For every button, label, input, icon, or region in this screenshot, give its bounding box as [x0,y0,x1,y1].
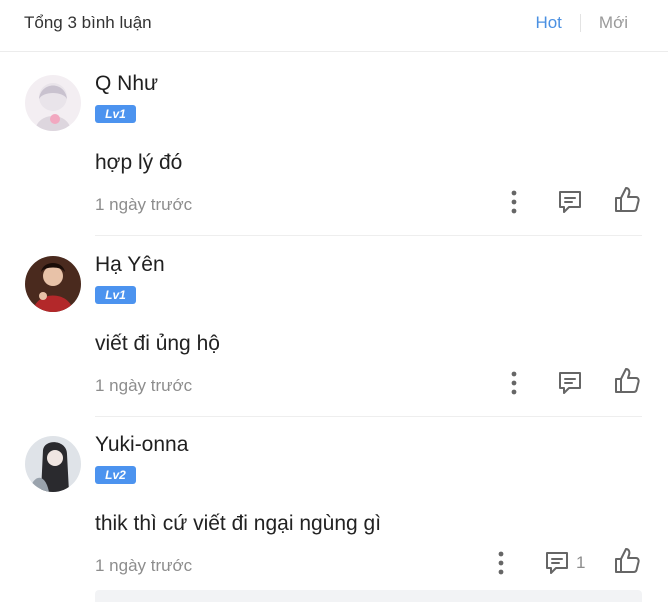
sort-tabs: Hot Mới [535,13,628,33]
comment-text: viết đi ủng hộ [95,332,220,355]
like-icon[interactable] [612,546,642,576]
reply-preview-box[interactable] [95,590,642,602]
comment-time: 1 ngày trước [95,376,193,395]
reply-button[interactable]: 1 [544,548,585,578]
comment-icon [559,372,581,394]
comment-item: Hạ Yên Lv1 viết đi ủng hộ 1 ngày trước [0,236,668,417]
more-options-icon[interactable] [505,188,523,216]
like-icon[interactable] [612,366,642,396]
comment-text: hợp lý đó [95,151,183,174]
level-badge: Lv1 [95,105,136,123]
comment-text: thik thì cứ viết đi ngại ngùng gì [95,512,382,535]
more-options-icon[interactable] [505,369,523,397]
comment-total-title: Tổng 3 bình luận [24,13,152,32]
comment-icon [559,191,581,213]
reply-button[interactable] [557,368,583,398]
sort-divider [579,14,581,32]
comment-item: Yuki-onna Lv2 thik thì cứ viết đi ngại n… [0,416,668,596]
avatar[interactable] [25,436,81,492]
comment-time: 1 ngày trước [95,556,193,575]
commenter-name[interactable]: Hạ Yên [95,253,165,277]
commenter-name[interactable]: Q Như [95,72,158,96]
reply-count: 1 [576,553,586,572]
level-badge: Lv1 [95,286,136,304]
sort-new-tab[interactable]: Mới [599,13,628,33]
comment-icon [546,552,568,574]
commenter-name[interactable]: Yuki-onna [95,433,188,457]
sort-hot-tab[interactable]: Hot [535,13,561,33]
comments-header: Tổng 3 bình luận Hot Mới [0,0,668,52]
avatar[interactable] [25,75,81,131]
like-icon[interactable] [612,185,642,215]
comment-item: Q Như Lv1 hợp lý đó 1 ngày trước [0,55,668,236]
avatar[interactable] [25,256,81,312]
level-badge: Lv2 [95,466,136,484]
comment-time: 1 ngày trước [95,195,193,214]
more-options-icon[interactable] [492,549,510,577]
reply-button[interactable] [557,187,583,217]
